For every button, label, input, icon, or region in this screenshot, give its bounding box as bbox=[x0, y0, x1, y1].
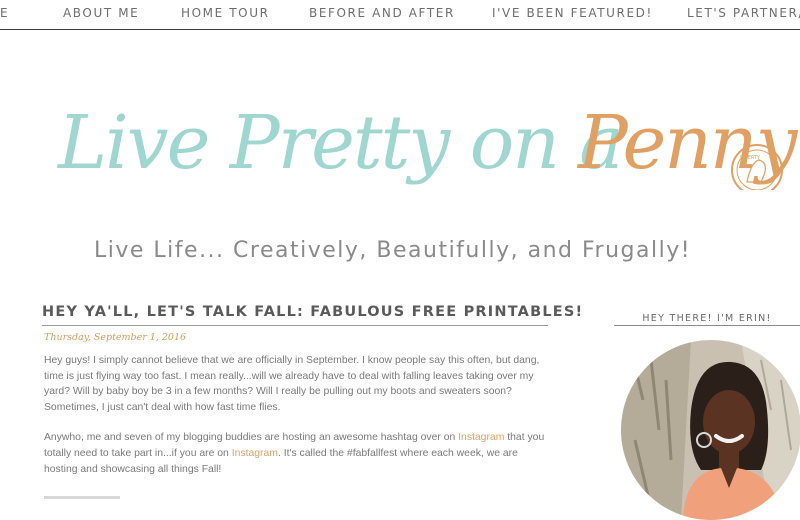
blog-logo[interactable]: Live Pretty on a Penny LIBERTY Live Life… bbox=[0, 60, 800, 263]
sidebar-title: HEY THERE! I'M ERIN! bbox=[642, 313, 772, 324]
post-date: Thursday, September 1, 2016 bbox=[44, 332, 187, 343]
post-paragraph-1: Hey guys! I simply cannot believe that w… bbox=[44, 355, 540, 413]
instagram-link[interactable]: Instagram bbox=[232, 448, 278, 459]
nav-item-before-and-after[interactable]: BEFORE AND AFTER bbox=[309, 6, 455, 20]
logo-text-live-pretty: Live Pretty on a bbox=[56, 100, 622, 186]
post-title-divider bbox=[42, 325, 548, 326]
post-body: Hey guys! I simply cannot believe that w… bbox=[44, 353, 554, 477]
nav-item-about-me[interactable]: ABOUT ME bbox=[63, 6, 139, 20]
blog-tagline: Live Life... Creatively, Beautifully, an… bbox=[94, 238, 692, 263]
post-title[interactable]: HEY YA'LL, LET'S TALK FALL: FABULOUS FRE… bbox=[42, 304, 582, 320]
nav-item-featured[interactable]: I'VE BEEN FEATURED! bbox=[492, 6, 653, 20]
logo-script: Live Pretty on a Penny LIBERTY bbox=[56, 100, 800, 190]
post-paragraph-2: Anywho, me and seven of my blogging budd… bbox=[44, 430, 554, 477]
nav-item-partner[interactable]: LET'S PARTNER/ bbox=[687, 6, 800, 20]
instagram-link[interactable]: Instagram bbox=[458, 432, 504, 443]
nav-item-home[interactable]: ME bbox=[0, 6, 9, 20]
sidebar-divider bbox=[614, 325, 800, 326]
svg-text:LIBERTY: LIBERTY bbox=[740, 155, 761, 161]
nav-item-home-tour[interactable]: HOME TOUR bbox=[181, 6, 270, 20]
avatar bbox=[621, 340, 800, 520]
post-text: Anywho, me and seven of my blogging budd… bbox=[44, 432, 459, 444]
top-nav: ME ABOUT ME HOME TOUR BEFORE AND AFTER I… bbox=[0, 0, 800, 30]
profile-photo bbox=[621, 340, 800, 520]
